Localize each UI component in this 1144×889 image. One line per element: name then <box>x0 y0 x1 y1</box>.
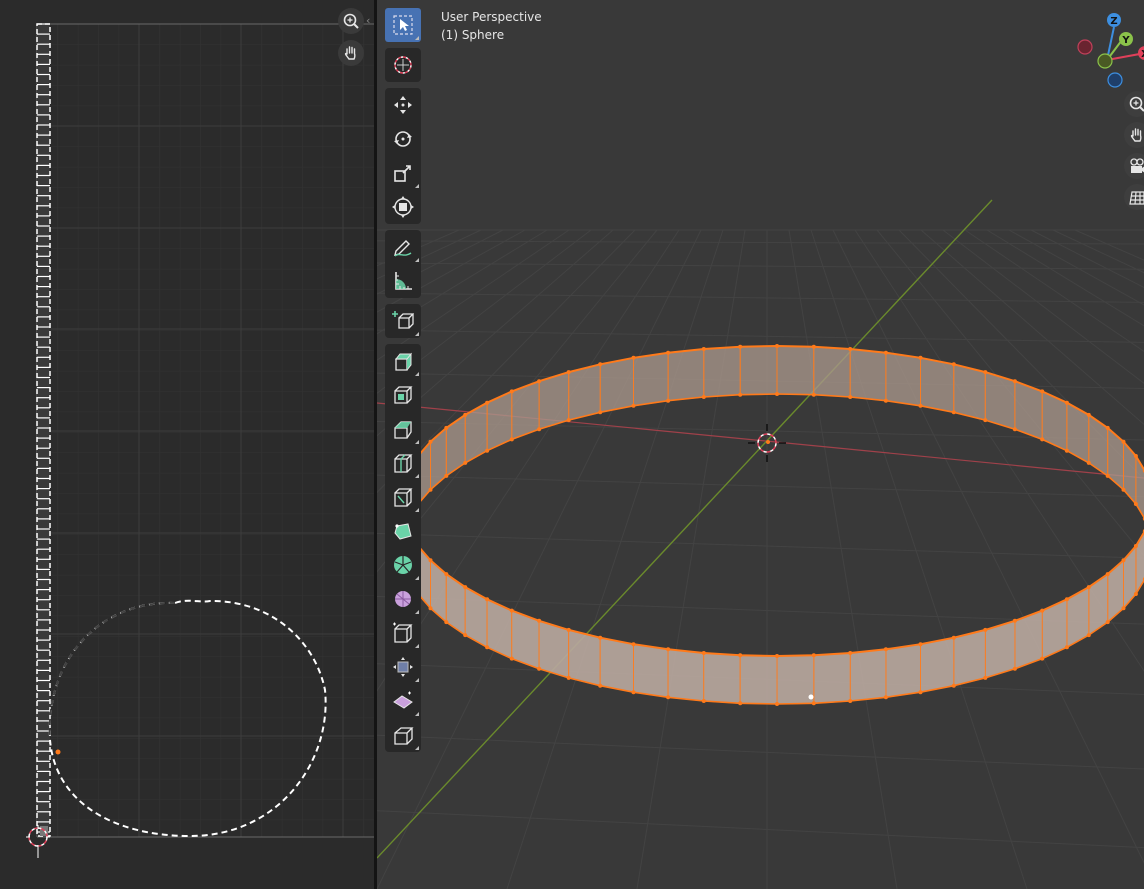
origin-dot <box>808 694 814 700</box>
rotate-icon <box>394 131 412 147</box>
tool-scale[interactable] <box>385 156 421 190</box>
pan-hand-icon <box>344 46 356 60</box>
measure-icon <box>395 272 412 290</box>
uv-vertex[interactable] <box>55 749 61 755</box>
tool-rotate[interactable] <box>385 122 421 156</box>
tool-group-add <box>385 304 421 338</box>
cursor-icon <box>394 56 412 74</box>
floor-grid <box>377 229 1144 889</box>
neg-y-axis-handle[interactable] <box>1097 53 1113 69</box>
tool-move[interactable] <box>385 88 421 122</box>
tool-shear[interactable] <box>385 684 421 718</box>
tool-smooth[interactable] <box>385 582 421 616</box>
tool-shelf <box>385 8 421 758</box>
tool-cursor[interactable] <box>385 48 421 82</box>
grid-view-icon <box>1129 191 1144 205</box>
tool-edge-slide[interactable] <box>385 616 421 650</box>
zoom-icon <box>1129 96 1144 112</box>
select-box-icon <box>393 15 413 35</box>
viewport-canvas[interactable] <box>377 0 1144 889</box>
tool-group-annotate <box>385 230 421 298</box>
loop-cut-icon <box>394 454 413 473</box>
y-axis-line <box>377 199 993 859</box>
neg-x-axis-handle[interactable] <box>1077 39 1093 55</box>
inset-icon <box>394 386 413 404</box>
move-icon <box>394 96 412 114</box>
tool-select-box[interactable] <box>385 8 421 42</box>
shear-icon <box>393 691 413 709</box>
tool-bevel[interactable] <box>385 412 421 446</box>
tool-group-mesh <box>385 344 421 752</box>
poly-build-icon <box>394 523 412 540</box>
3d-viewport[interactable]: User Perspective (1) Sphere Z Y <box>377 0 1144 889</box>
add-cube-icon <box>392 311 414 329</box>
tool-measure[interactable] <box>385 264 421 298</box>
viewport-ortho-button[interactable] <box>1124 184 1144 210</box>
extrude-icon <box>394 352 413 371</box>
tool-group-select <box>385 8 421 42</box>
object-name: (1) Sphere <box>441 28 505 42</box>
tool-inset[interactable] <box>385 378 421 412</box>
uv-zoom-button[interactable] <box>338 8 364 34</box>
uv-strip-island[interactable] <box>36 23 51 837</box>
smooth-icon <box>395 591 411 607</box>
neg-z-axis-handle[interactable] <box>1107 72 1123 88</box>
uv-canvas[interactable] <box>0 0 374 889</box>
tool-extrude[interactable] <box>385 344 421 378</box>
transform-icon <box>392 196 414 218</box>
viewport-zoom-button[interactable] <box>1124 91 1144 117</box>
mesh-ring[interactable] <box>400 344 1144 706</box>
edge-slide-icon <box>393 622 413 643</box>
uv-editor[interactable]: ‹ <box>0 0 374 889</box>
3d-cursor-icon[interactable] <box>748 424 786 462</box>
shrink-fatten-icon <box>393 657 413 677</box>
tool-poly-build[interactable] <box>385 514 421 548</box>
tool-knife[interactable] <box>385 480 421 514</box>
uv-pan-button[interactable] <box>338 40 364 66</box>
tool-group-cursor <box>385 48 421 82</box>
viewport-camera-button[interactable] <box>1124 153 1144 179</box>
tool-shrink-fatten[interactable] <box>385 650 421 684</box>
knife-icon <box>394 488 413 507</box>
tool-add-cube[interactable] <box>385 304 421 338</box>
view-name: User Perspective <box>441 10 542 24</box>
y-axis-label: Y <box>1121 35 1130 46</box>
tool-transform[interactable] <box>385 190 421 224</box>
tool-spin[interactable] <box>385 548 421 582</box>
tool-group-transform <box>385 88 421 224</box>
spin-icon <box>394 556 412 574</box>
collapse-arrow-icon[interactable]: ‹ <box>366 14 370 27</box>
navigation-gizmo[interactable]: Z Y X <box>1064 6 1144 96</box>
tool-loop-cut[interactable] <box>385 446 421 480</box>
viewport-pan-button[interactable] <box>1124 122 1144 148</box>
tool-rip-region[interactable] <box>385 718 421 752</box>
viewport-hud: User Perspective (1) Sphere <box>441 8 542 44</box>
annotate-icon <box>394 240 412 257</box>
tool-annotate[interactable] <box>385 230 421 264</box>
zoom-icon <box>343 13 359 29</box>
z-axis-label: Z <box>1110 16 1117 27</box>
camera-icon <box>1130 158 1144 173</box>
bevel-icon <box>394 421 412 439</box>
rip-region-icon <box>394 727 414 745</box>
scale-icon <box>394 165 411 182</box>
pan-hand-icon <box>1130 128 1142 142</box>
